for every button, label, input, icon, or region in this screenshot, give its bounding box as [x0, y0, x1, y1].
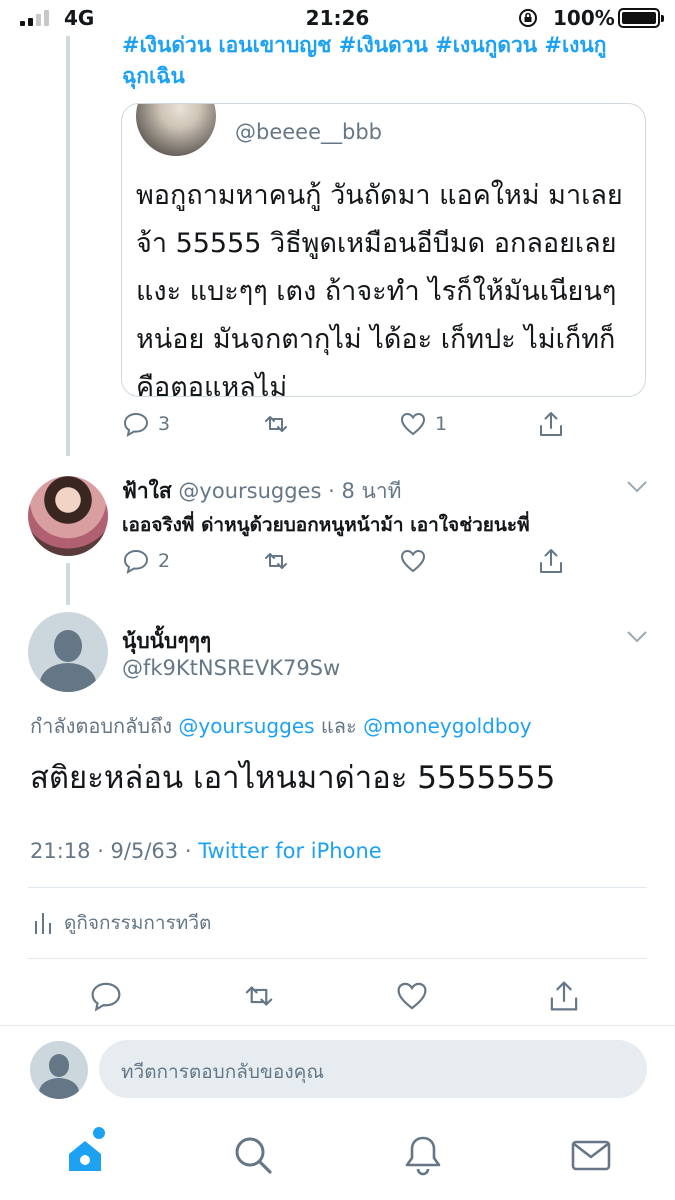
analytics-icon: [35, 913, 51, 934]
divider: [28, 958, 647, 959]
divider: [28, 887, 647, 888]
rotation-lock-icon: [519, 9, 537, 27]
tweet-timestamp: 21:18 · 9/5/63 · Twitter for iPhone: [30, 839, 382, 863]
share-button[interactable]: [537, 547, 565, 575]
view-tweet-activity-label: ดูกิจกรรมการทวีต: [64, 912, 212, 934]
home-new-indicator: [93, 1127, 105, 1139]
share-icon: [550, 981, 578, 1011]
like-button[interactable]: [399, 547, 427, 575]
reply-author-line: ฟ้าใส @yoursugges · 8 นาที: [122, 475, 401, 508]
retweet-button[interactable]: [262, 410, 290, 438]
tweet-time-date: 21:18 · 9/5/63 ·: [30, 839, 192, 863]
chevron-down-icon[interactable]: [626, 630, 648, 644]
heart-icon: [400, 412, 426, 436]
thread-line-top: [66, 36, 70, 456]
main-tweet-actions: [0, 979, 675, 1015]
retweet-icon: [245, 986, 273, 1006]
reply-text: เออจริงพี่ ด่าหนูด้วยบอกหนูหน้าม้า เอาใจ…: [122, 514, 530, 536]
retweet-icon: [265, 416, 287, 432]
quoted-text: พอกูถามหาคนกู้ วันถัดมา แอคใหม่ มาเลยจ้า…: [136, 180, 623, 397]
tab-home[interactable]: [63, 1133, 107, 1177]
reply-input[interactable]: ทวีตการตอบกลับของคุณ: [99, 1040, 647, 1098]
like-count: 1: [435, 413, 448, 435]
reply-author-handle-time: @yoursugges · 8 นาที: [178, 479, 402, 503]
reply-icon: [123, 549, 149, 574]
home-icon: [69, 1141, 101, 1171]
quoted-handle: @beeee__bbb: [235, 120, 382, 144]
mail-icon: [571, 1140, 611, 1171]
like-button[interactable]: 1: [399, 410, 447, 438]
main-author-name[interactable]: นุ้บนั้บๆๆๆ: [122, 625, 211, 658]
tab-messages[interactable]: [569, 1133, 613, 1177]
bell-icon: [405, 1136, 441, 1176]
chevron-down-icon[interactable]: [626, 480, 648, 494]
quoted-avatar: [136, 104, 216, 156]
share-button[interactable]: [547, 979, 581, 1013]
reply-button[interactable]: 2: [122, 547, 170, 575]
current-user-avatar: [30, 1041, 88, 1099]
reply-author-avatar[interactable]: [28, 476, 108, 556]
reply-icon: [123, 412, 149, 437]
reply-count: 3: [158, 413, 171, 435]
hashtag-links[interactable]: #เงินด่วน เอนเขาบญช #เงินดวน #เงนกูดวน #…: [122, 30, 642, 92]
main-author-handle[interactable]: @fk9KtNSREVK79Sw: [122, 656, 340, 680]
tab-notifications[interactable]: [401, 1133, 445, 1177]
view-tweet-activity[interactable]: ดูกิจกรรมการทวีต: [34, 908, 211, 938]
reply-count: 2: [158, 550, 171, 572]
share-icon: [540, 412, 562, 436]
reply-tweet-actions: 2: [0, 547, 675, 577]
quoted-tweet-card[interactable]: @beeee__bbb พอกูถามหาคนกู้ วันถัดมา แอคใ…: [121, 103, 646, 397]
share-button[interactable]: [537, 410, 565, 438]
reply-author-name[interactable]: ฟ้าใส: [122, 479, 172, 503]
retweet-icon: [265, 553, 287, 569]
reply-button[interactable]: [89, 979, 123, 1013]
retweet-button[interactable]: [241, 979, 277, 1013]
tab-search[interactable]: [231, 1133, 275, 1177]
replying-to-user-1[interactable]: @yoursugges: [178, 714, 314, 738]
search-icon: [235, 1137, 272, 1174]
context-tweet-actions: 3 1: [0, 410, 675, 440]
main-author-avatar[interactable]: [28, 612, 108, 692]
reply-button[interactable]: 3: [122, 410, 170, 438]
replying-to-and: และ: [320, 714, 357, 738]
retweet-button[interactable]: [262, 547, 290, 575]
share-icon: [540, 549, 562, 573]
tweet-source-link[interactable]: Twitter for iPhone: [198, 839, 382, 863]
replying-to-label: กำลังตอบกลับถึง: [30, 714, 172, 738]
like-button[interactable]: [394, 979, 430, 1013]
reply-icon: [91, 982, 121, 1012]
battery-icon: [618, 8, 664, 28]
heart-icon: [400, 549, 426, 573]
reply-composer: ทวีตการตอบกลับของคุณ: [0, 1025, 675, 1115]
replying-to-line: กำลังตอบกลับถึง @yoursugges และ @moneygo…: [30, 710, 532, 742]
replying-to-user-2[interactable]: @moneygoldboy: [363, 714, 532, 738]
battery-percent: 100%: [553, 6, 615, 30]
main-tweet-text: สติยะหล่อน เอาไหนมาด่าอะ 5555555: [30, 760, 556, 796]
heart-icon: [397, 982, 427, 1010]
